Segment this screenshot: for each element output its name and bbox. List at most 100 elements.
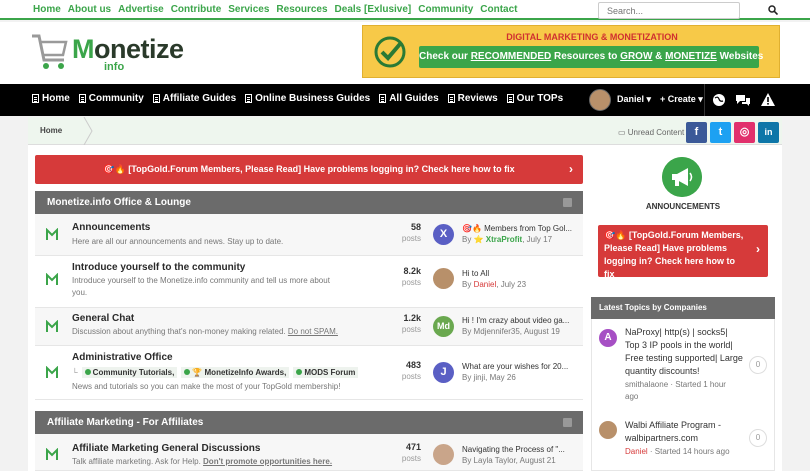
- last-post-meta: By Mdjennifer35, August 19: [462, 327, 560, 336]
- avatar[interactable]: [433, 444, 454, 465]
- category-header[interactable]: Affiliate Marketing - For Affiliates: [35, 411, 583, 434]
- subforum-dot-icon: [84, 369, 91, 375]
- facebook-icon[interactable]: f: [686, 122, 707, 143]
- last-post-meta: By Layla Taylor, August 21: [462, 456, 556, 465]
- subforum-link[interactable]: MODS Forum: [293, 367, 359, 378]
- logo-sub: info: [104, 61, 125, 73]
- top-link-about[interactable]: About us: [68, 4, 111, 15]
- forum-title[interactable]: Announcements: [72, 222, 150, 233]
- subforum-list: └ Community Tutorials, 🏆 MonetizeInfo Aw…: [72, 367, 359, 378]
- last-post-title[interactable]: What are your wishes for 20...: [462, 362, 568, 371]
- search-input[interactable]: [598, 2, 740, 19]
- avatar[interactable]: A: [599, 329, 617, 347]
- sidebar-login-notice[interactable]: 🎯🔥 [TopGold.Forum Members, Please Read] …: [598, 225, 768, 279]
- breadcrumb-bar: Home ▭ Unread Content f t ◎ in: [28, 117, 782, 145]
- subforum-link[interactable]: 🏆 MonetizeInfo Awards,: [181, 367, 290, 378]
- collapse-icon[interactable]: [563, 198, 572, 207]
- nav-item-our-tops[interactable]: Our TOPs: [506, 93, 563, 104]
- last-post-title[interactable]: Hi to All: [462, 269, 489, 278]
- avatar[interactable]: [599, 421, 617, 439]
- sidebar-topic-title[interactable]: NaProxy| http(s) | socks5| Top 3 IP pool…: [625, 326, 743, 378]
- page-icon: [379, 94, 387, 103]
- promo-banner[interactable]: DIGITAL MARKETING & MONETIZATION Check o…: [362, 25, 780, 78]
- create-menu[interactable]: + Create ▾: [660, 94, 703, 105]
- nav-item-all-guides[interactable]: All Guides: [379, 93, 439, 104]
- forum-row-announcements: Announcements Here are all our announcem…: [35, 214, 583, 256]
- forum-title[interactable]: Affiliate Marketing General Discussions: [72, 443, 260, 454]
- top-link-contribute[interactable]: Contribute: [171, 4, 222, 15]
- top-link-contact[interactable]: Contact: [480, 4, 517, 15]
- nav-item-home[interactable]: Home: [32, 93, 70, 104]
- last-post-meta: By ⭐ XtraProfit, July 17: [462, 235, 553, 244]
- logo-text: Monetize: [72, 34, 184, 64]
- post-count-label: posts: [401, 372, 421, 381]
- nav-item-reviews[interactable]: Reviews: [447, 93, 498, 104]
- post-count: 8.2k: [403, 266, 421, 276]
- last-post-title[interactable]: 🎯🔥 Members from Top Gol...: [462, 224, 572, 233]
- nav-divider: [704, 84, 705, 116]
- top-link-bar: Home About us Advertise Contribute Servi…: [0, 0, 810, 20]
- page-icon: [245, 94, 253, 103]
- sidebar-topic-meta: Daniel · Started 14 hours ago: [625, 447, 730, 456]
- sidebar-topic-title[interactable]: Walbi Affiliate Program - walbipartners.…: [625, 419, 721, 445]
- top-link-resources[interactable]: Resources: [276, 4, 327, 15]
- forum-description: Here are all our announcements and news.…: [72, 237, 284, 246]
- page-icon: [447, 94, 455, 103]
- top-link-advertise[interactable]: Advertise: [118, 4, 164, 15]
- site-logo[interactable]: Monetize info: [30, 28, 184, 74]
- category-header[interactable]: Monetize.info Office & Lounge: [35, 191, 583, 214]
- user-avatar[interactable]: [589, 89, 611, 111]
- nav-item-affiliate-guides[interactable]: Affiliate Guides: [152, 93, 236, 104]
- linkedin-icon[interactable]: in: [758, 122, 779, 143]
- subforum-dot-icon: [184, 369, 191, 375]
- last-post-meta: By jinji, May 26: [462, 373, 516, 382]
- collapse-icon[interactable]: [563, 418, 572, 427]
- user-menu[interactable]: Daniel ▾: [617, 94, 651, 105]
- warning-icon[interactable]: [760, 92, 776, 108]
- unread-content-link[interactable]: ▭ Unread Content: [618, 128, 684, 137]
- top-link-services[interactable]: Services: [228, 4, 269, 15]
- site-header: Monetize info DIGITAL MARKETING & MONETI…: [0, 22, 810, 84]
- search-icon[interactable]: [768, 5, 778, 15]
- forum-row-introduce: Introduce yourself to the community Intr…: [35, 256, 583, 308]
- post-count: 471: [405, 442, 421, 452]
- instagram-icon[interactable]: ◎: [734, 122, 755, 143]
- last-post-title[interactable]: Hi ! I'm crazy about video ga...: [462, 316, 569, 325]
- forum-icon: [46, 366, 58, 378]
- nav-item-online-business-guides[interactable]: Online Business Guides: [245, 93, 370, 104]
- post-count: 58: [410, 222, 421, 232]
- forum-icon: [46, 228, 58, 240]
- forum-description-cont: you.: [72, 288, 88, 297]
- avatar[interactable]: Md: [433, 316, 454, 337]
- megaphone-icon: [662, 157, 702, 197]
- top-link-deals[interactable]: Deals [Exlusive]: [335, 4, 412, 15]
- avatar[interactable]: X: [433, 224, 454, 245]
- forum-title[interactable]: Administrative Office: [72, 352, 173, 363]
- last-post-title[interactable]: Navigating the Process of "...: [462, 445, 565, 454]
- page-icon: [32, 94, 39, 103]
- top-link-community[interactable]: Community: [418, 4, 473, 15]
- breadcrumb-home[interactable]: Home: [40, 126, 62, 135]
- reply-count-badge: 0: [749, 429, 767, 447]
- forum-title[interactable]: Introduce yourself to the community: [72, 262, 245, 273]
- chat-icon[interactable]: [735, 92, 751, 108]
- forum-rule-link[interactable]: Do not SPAM.: [288, 327, 338, 336]
- forum-icon: [46, 320, 58, 332]
- subforum-link[interactable]: Community Tutorials,: [81, 367, 178, 378]
- forum-description: Introduce yourself to the Monetize.info …: [72, 276, 330, 285]
- top-link-home[interactable]: Home: [33, 4, 61, 15]
- forum-description: Talk affiliate marketing. Ask for Help. …: [72, 457, 333, 466]
- avatar[interactable]: [433, 268, 454, 289]
- forum-icon: [46, 448, 58, 460]
- banner-cta: Check our RECOMMENDED Resources to GROW …: [419, 46, 763, 68]
- page-icon: [152, 94, 160, 103]
- globe-icon[interactable]: [711, 92, 727, 108]
- twitter-icon[interactable]: t: [710, 122, 731, 143]
- forum-title[interactable]: General Chat: [72, 313, 134, 324]
- main-navbar: Home Community Affiliate Guides Online B…: [0, 84, 810, 116]
- login-notice[interactable]: 🎯🔥 [TopGold.Forum Members, Please Read] …: [35, 155, 583, 184]
- avatar[interactable]: J: [433, 362, 454, 383]
- forum-row-affiliate-general: Affiliate Marketing General Discussions …: [35, 434, 583, 471]
- nav-item-community[interactable]: Community: [78, 93, 144, 104]
- forum-rule-link[interactable]: Don't promote opportunities here.: [203, 457, 332, 466]
